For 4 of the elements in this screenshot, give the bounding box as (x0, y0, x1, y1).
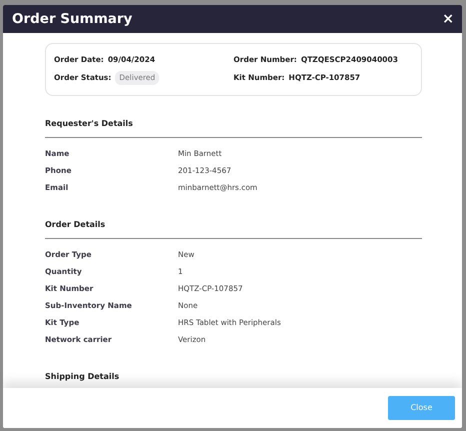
modal-title: Order Summary (12, 10, 132, 29)
section-heading: Order Details (45, 218, 422, 238)
section-heading: Requester's Details (45, 118, 422, 138)
close-button[interactable]: × (442, 12, 454, 26)
